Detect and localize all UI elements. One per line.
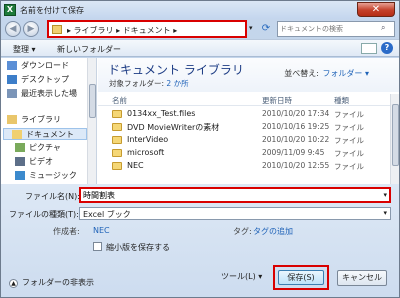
search-icon[interactable]: ⌕: [381, 23, 392, 35]
target-link[interactable]: 2 か所: [166, 79, 188, 88]
recent-places-icon: [7, 89, 17, 98]
file-row[interactable]: InterVideo 2010/10/20 10:22 ファイル: [98, 134, 390, 147]
filetype-dropdown-icon[interactable]: ▾: [383, 209, 387, 217]
library-target: 対象フォルダー: 2 か所: [109, 79, 189, 88]
search-input[interactable]: [280, 23, 378, 35]
library-icon: [7, 115, 17, 124]
back-button[interactable]: ◀: [5, 21, 21, 37]
command-bar: 整理 ▾ 新しいフォルダー ?: [1, 39, 399, 57]
sidebar-scrollbar[interactable]: [87, 58, 96, 184]
save-form: ファイル名(N): ▾ ファイルの種類(T): Excel ブック ▾ 作成者:…: [1, 184, 399, 297]
filename-label: ファイル名(N):: [25, 192, 80, 201]
file-row[interactable]: NEC 2010/10/20 12:55 ファイル: [98, 160, 390, 173]
author-link[interactable]: NEC: [93, 226, 110, 235]
tag-link[interactable]: タグの追加: [253, 226, 293, 237]
file-row[interactable]: DVD MovieWriterの素材 2010/10/16 19:25 ファイル: [98, 121, 390, 134]
library-header: ドキュメント ライブラリ 対象フォルダー: 2 か所 並べ替え: フォルダー ▾: [98, 58, 399, 92]
close-button[interactable]: ✕: [357, 2, 395, 17]
navigation-bar: ◀ ▶ ▸ ライブラリ ▸ ドキュメント ▸ ▾ ⟳ ⌕: [1, 19, 399, 39]
library-title: ドキュメント ライブラリ: [108, 63, 244, 77]
new-folder-button[interactable]: 新しいフォルダー: [57, 44, 121, 55]
folder-icon: [112, 123, 122, 131]
address-dropdown-icon[interactable]: ▾: [249, 24, 253, 32]
cancel-button[interactable]: キャンセル: [337, 270, 387, 286]
sidebar-item-videos[interactable]: ビデオ: [15, 156, 53, 168]
arrange-label: 並べ替え:: [284, 69, 319, 78]
organize-button[interactable]: 整理 ▾: [13, 44, 36, 55]
chevron-up-icon: ▲: [9, 279, 18, 288]
music-icon: [15, 171, 25, 180]
column-name[interactable]: 名前: [112, 95, 127, 106]
tag-label: タグ:: [233, 227, 252, 236]
save-button-highlight: 保存(S): [273, 265, 329, 290]
sidebar-item-libraries[interactable]: ライブラリ: [7, 114, 61, 126]
file-list: 0134xx_Test.files 2010/10/20 17:34 ファイル DV…: [98, 108, 390, 173]
excel-app-icon: X: [4, 4, 16, 16]
file-row[interactable]: 0134xx_Test.files 2010/10/20 17:34 ファイル: [98, 108, 390, 121]
scrollbar-thumb[interactable]: [89, 84, 96, 118]
arrange-dropdown[interactable]: フォルダー ▾: [322, 68, 369, 79]
folder-icon: [112, 136, 122, 144]
hide-folders-button[interactable]: ▲ フォルダーの非表示: [9, 277, 94, 288]
folder-icon: [112, 110, 122, 118]
view-options-icon[interactable]: [361, 43, 377, 54]
pictures-icon: [15, 143, 25, 152]
search-box[interactable]: ⌕: [277, 21, 395, 37]
save-button[interactable]: 保存(S): [278, 270, 324, 285]
sidebar-item-downloads[interactable]: ダウンロード: [7, 60, 69, 72]
navigation-pane: ダウンロード デスクトップ 最近表示した場 ライブラリ ドキュメント ピクチャ …: [1, 58, 97, 184]
file-row[interactable]: microsoft 2009/11/09 9:45 ファイル: [98, 147, 390, 160]
author-label: 作成者:: [53, 227, 80, 236]
sidebar-item-documents[interactable]: ドキュメント: [3, 128, 87, 140]
sidebar-item-music[interactable]: ミュージック: [15, 170, 77, 182]
sidebar-item-pictures[interactable]: ピクチャ: [15, 142, 61, 154]
thumbnail-checkbox[interactable]: [93, 242, 102, 251]
column-type[interactable]: 種類: [334, 95, 349, 106]
file-list-pane: ドキュメント ライブラリ 対象フォルダー: 2 か所 並べ替え: フォルダー ▾…: [98, 58, 399, 184]
file-list-scrollbar[interactable]: [390, 94, 399, 184]
sidebar-item-recent[interactable]: 最近表示した場: [7, 88, 77, 100]
save-as-dialog: X 名前を付けて保存 ✕ ◀ ▶ ▸ ライブラリ ▸ ドキュメント ▸ ▾ ⟳ …: [0, 0, 400, 298]
column-date[interactable]: 更新日時: [262, 95, 292, 106]
thumbnail-label: 縮小版を保存する: [106, 243, 170, 252]
column-headers: 名前 更新日時 種類: [98, 94, 390, 106]
download-folder-icon: [7, 61, 17, 70]
address-bar[interactable]: ▸ ライブラリ ▸ ドキュメント ▸: [47, 20, 247, 38]
filetype-label: ファイルの種類(T):: [9, 210, 79, 219]
tools-menu[interactable]: ツール(L) ▾: [221, 271, 262, 282]
scrollbar-thumb[interactable]: [392, 104, 399, 166]
folder-icon: [52, 25, 62, 34]
breadcrumb[interactable]: ▸ ライブラリ ▸ ドキュメント ▸: [67, 25, 177, 36]
documents-icon: [12, 130, 22, 139]
refresh-icon[interactable]: ⟳: [259, 21, 273, 37]
filetype-select[interactable]: Excel ブック ▾: [79, 207, 391, 220]
window-title: 名前を付けて保存: [20, 6, 84, 15]
folder-icon: [112, 162, 122, 170]
browser-area: ダウンロード デスクトップ 最近表示した場 ライブラリ ドキュメント ピクチャ …: [1, 58, 399, 184]
title-bar: X 名前を付けて保存 ✕: [1, 1, 399, 19]
videos-icon: [15, 157, 25, 166]
sidebar-item-desktop[interactable]: デスクトップ: [7, 74, 69, 86]
filename-field[interactable]: ▾: [79, 187, 391, 203]
filetype-value: Excel ブック: [83, 210, 131, 219]
filename-input[interactable]: [83, 190, 373, 201]
forward-button[interactable]: ▶: [23, 21, 39, 37]
desktop-icon: [7, 75, 17, 84]
help-icon[interactable]: ?: [381, 42, 393, 54]
folder-icon: [112, 149, 122, 157]
filename-dropdown-icon[interactable]: ▾: [383, 191, 387, 199]
